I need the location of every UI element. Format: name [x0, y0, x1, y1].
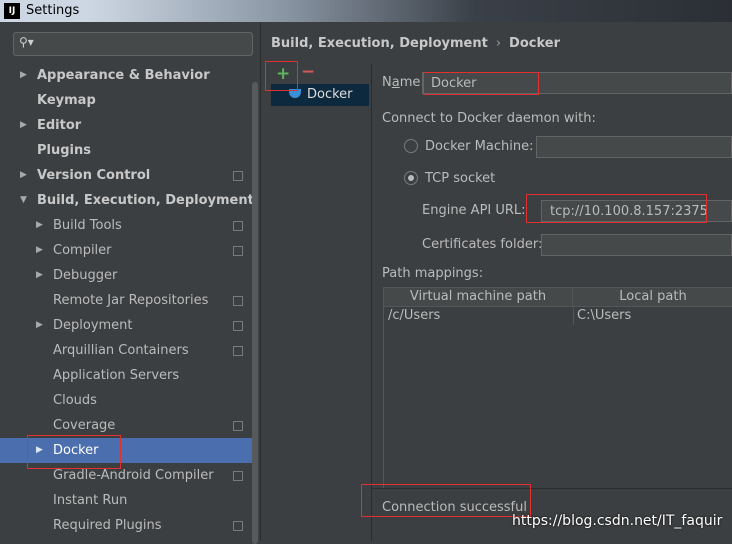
sidebar-item-editor[interactable]: ▶ Editor [0, 113, 258, 138]
window-title: Settings [26, 3, 80, 18]
tcp-socket-radio[interactable] [404, 171, 418, 185]
column-header-local-path[interactable]: Local path [573, 288, 732, 306]
project-settings-icon [233, 246, 243, 256]
sidebar-item-required-plugins[interactable]: Required Plugins [0, 513, 258, 538]
docker-settings-form: Name: Docker Connect to Docker daemon wi… [372, 64, 732, 541]
docker-machine-radio[interactable] [404, 139, 418, 153]
sidebar-item-gradle-android-compiler[interactable]: Gradle-Android Compiler [0, 463, 258, 488]
docker-machine-field[interactable] [536, 136, 732, 158]
sidebar-item-compiler[interactable]: ▶ Compiler [0, 238, 258, 263]
expand-arrow-icon[interactable]: ▶ [36, 213, 43, 238]
sidebar-item-appearance-behavior[interactable]: ▶ Appearance & Behavior [0, 63, 258, 88]
project-settings-icon [233, 171, 243, 181]
expand-arrow-icon[interactable]: ▶ [36, 238, 43, 263]
sidebar-item-build-execution-deployment[interactable]: ▼ Build, Execution, Deployment [0, 188, 258, 213]
column-header-vm-path[interactable]: Virtual machine path [384, 288, 573, 306]
breadcrumb: Build, Execution, Deployment › Docker [271, 36, 560, 51]
project-settings-icon [233, 296, 243, 306]
sidebar-item-application-servers[interactable]: Application Servers [0, 363, 258, 388]
settings-content: Build, Execution, Deployment › Docker + − … [261, 22, 732, 541]
table-cell-local-path[interactable]: C:\Users [573, 307, 732, 325]
radio-selected-dot [408, 175, 414, 181]
remove-button[interactable]: − [301, 62, 315, 82]
expand-arrow-icon[interactable]: ▶ [20, 63, 27, 88]
certificates-folder-field[interactable] [541, 234, 732, 256]
tcp-socket-label: TCP socket [425, 171, 496, 186]
certificates-folder-label: Certificates folder: [422, 237, 543, 252]
watermark: https://blog.csdn.net/IT_faquir [512, 513, 723, 529]
divider [372, 488, 732, 489]
sidebar-item-version-control[interactable]: ▶ Version Control [0, 163, 258, 188]
add-button[interactable]: + [276, 64, 290, 84]
project-settings-icon [233, 321, 243, 331]
expand-arrow-icon[interactable]: ▶ [36, 313, 43, 338]
path-mappings-label: Path mappings: [382, 266, 484, 281]
table-cell-vm-path[interactable]: /c/Users [384, 307, 572, 325]
intellij-logo-icon: IJ [4, 3, 20, 19]
name-field[interactable]: Docker [422, 72, 732, 94]
sidebar-item-deployment[interactable]: ▶ Deployment [0, 313, 258, 338]
sidebar-item-plugins[interactable]: Plugins [0, 138, 258, 163]
docker-machine-label: Docker Machine: [425, 139, 534, 154]
sidebar-item-keymap[interactable]: Keymap [0, 88, 258, 113]
blurred-background [90, 0, 732, 22]
breadcrumb-current: Docker [509, 36, 560, 51]
expand-arrow-icon[interactable]: ▶ [20, 113, 27, 138]
docker-config-list: + − Docker [268, 62, 372, 541]
project-settings-icon [233, 421, 243, 431]
sidebar-item-build-tools[interactable]: ▶ Build Tools [0, 213, 258, 238]
docker-whale-icon [289, 89, 301, 98]
collapse-arrow-icon[interactable]: ▼ [20, 188, 27, 213]
connection-status: Connection successful [382, 500, 527, 515]
settings-sidebar: ⚲▾ ▶ Appearance & Behavior Keymap ▶ Edit… [0, 22, 261, 544]
breadcrumb-parent: Build, Execution, Deployment [271, 36, 488, 51]
search-icon: ⚲▾ [19, 35, 34, 49]
project-settings-icon [233, 346, 243, 356]
expand-arrow-icon[interactable]: ▶ [36, 263, 43, 288]
sidebar-item-debugger[interactable]: ▶ Debugger [0, 263, 258, 288]
sidebar-item-clouds[interactable]: Clouds [0, 388, 258, 413]
path-mappings-table[interactable]: Virtual machine path Local path /c/Users… [383, 287, 732, 489]
project-settings-icon [233, 221, 243, 231]
engine-api-url-label: Engine API URL: [422, 203, 526, 218]
sidebar-item-coverage[interactable]: Coverage [0, 413, 258, 438]
search-input[interactable]: ⚲▾ [13, 32, 253, 56]
expand-arrow-icon[interactable]: ▶ [36, 438, 43, 463]
project-settings-icon [233, 521, 243, 531]
list-item-docker[interactable]: Docker [271, 84, 369, 106]
expand-arrow-icon[interactable]: ▶ [20, 163, 27, 188]
breadcrumb-separator: › [495, 36, 502, 51]
sidebar-scrollbar[interactable] [252, 82, 258, 544]
name-label: Name: [382, 75, 425, 90]
sidebar-item-remote-jar-repositories[interactable]: Remote Jar Repositories [0, 288, 258, 313]
engine-api-url-field[interactable]: tcp://10.100.8.157:2375 [541, 200, 732, 222]
sidebar-item-arquillian-containers[interactable]: Arquillian Containers [0, 338, 258, 363]
project-settings-icon [233, 471, 243, 481]
sidebar-item-instant-run[interactable]: Instant Run [0, 488, 258, 513]
connect-label: Connect to Docker daemon with: [382, 111, 596, 126]
table-header: Virtual machine path Local path [384, 288, 732, 307]
sidebar-item-docker[interactable]: ▶ Docker [0, 438, 258, 463]
window-titlebar: IJ Settings [0, 0, 732, 22]
